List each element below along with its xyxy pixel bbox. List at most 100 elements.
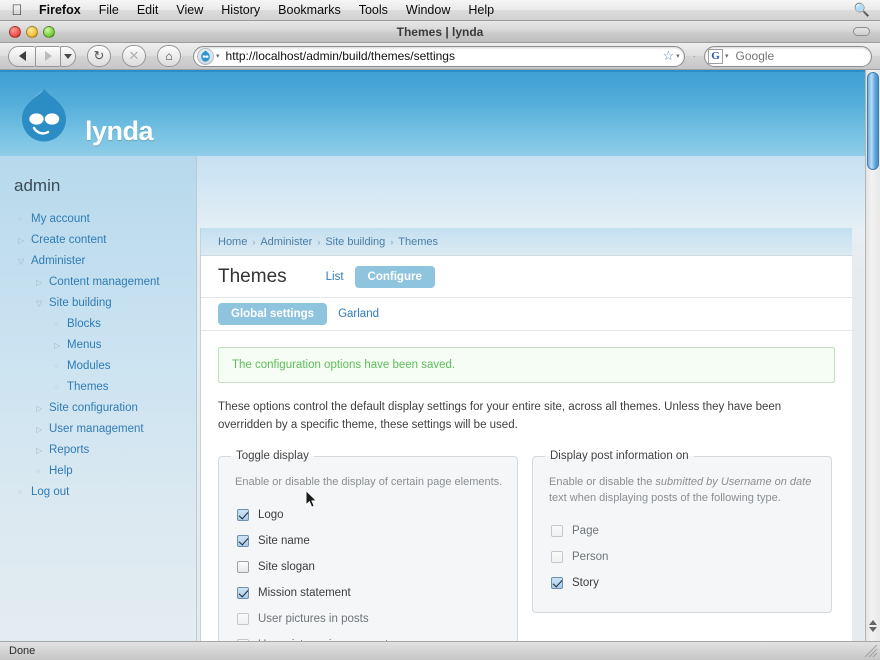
toggle-row-site-name[interactable]: Site name: [233, 528, 503, 554]
scroll-up-icon[interactable]: [869, 620, 877, 625]
menu-item-view[interactable]: View: [167, 0, 212, 21]
sidebar-item-label: Menus: [67, 339, 102, 351]
checkbox-page[interactable]: [551, 525, 563, 537]
menu-item-window[interactable]: Window: [397, 0, 459, 21]
sidebar-item-menus[interactable]: Menus: [14, 335, 196, 356]
chevron-right-icon[interactable]: [18, 233, 31, 248]
google-icon[interactable]: G: [708, 48, 723, 64]
sidebar-item-site-configuration[interactable]: Site configuration: [14, 398, 196, 419]
sidebar-item-create-content[interactable]: Create content: [14, 230, 196, 251]
home-button[interactable]: ⌂: [157, 45, 181, 67]
breadcrumb-item-themes[interactable]: Themes: [398, 236, 438, 248]
close-button[interactable]: [9, 25, 21, 38]
zoom-button[interactable]: [43, 25, 55, 38]
toggle-row-logo[interactable]: Logo: [233, 502, 503, 528]
address-bar[interactable]: ▾ http://localhost/admin/build/themes/se…: [193, 45, 685, 67]
url-text[interactable]: http://localhost/admin/build/themes/sett…: [220, 49, 663, 63]
history-dropdown-button[interactable]: [60, 45, 76, 67]
bullet-icon: [18, 212, 31, 227]
chevron-down-icon[interactable]: [18, 254, 31, 269]
sidebar-item-log-out[interactable]: Log out: [14, 482, 196, 503]
sidebar-item-administer[interactable]: Administer: [14, 251, 196, 272]
toggle-row-user-pictures-in-posts[interactable]: User pictures in posts: [233, 606, 503, 632]
toggle-display-legend: Toggle display: [236, 450, 309, 462]
menu-item-bookmarks[interactable]: Bookmarks: [269, 0, 350, 21]
bullet-icon: [36, 464, 49, 479]
content-panel: Home › Administer › Site building › Them…: [200, 228, 852, 641]
chevron-right-icon[interactable]: [54, 338, 67, 353]
menu-item-tools[interactable]: Tools: [350, 0, 397, 21]
sidebar-item-label: Reports: [49, 444, 90, 456]
menu-item-help[interactable]: Help: [459, 0, 503, 21]
chevron-right-icon[interactable]: [36, 401, 49, 416]
page-viewport: lynda admin My account Create content Admi…: [0, 70, 880, 641]
bookmark-dropdown-icon[interactable]: ▾: [676, 52, 680, 60]
sidebar-item-help[interactable]: Help: [14, 461, 196, 482]
chevron-down-icon[interactable]: [36, 296, 49, 311]
breadcrumb-item-home[interactable]: Home: [218, 236, 247, 248]
browser-toolbar: ↻ ✕ ⌂ ▾ http://localhost/admin/build/the…: [0, 43, 880, 70]
toolbar-separator: ·: [692, 50, 696, 62]
apple-icon[interactable]: : [8, 1, 26, 19]
checkbox-site-slogan[interactable]: [237, 561, 249, 573]
scrollbar-arrows[interactable]: [866, 611, 880, 641]
forward-button: [35, 45, 60, 67]
checkbox-logo[interactable]: [237, 509, 249, 521]
scrollbar-thumb[interactable]: [867, 72, 879, 170]
subtab-global-settings[interactable]: Global settings: [218, 303, 328, 325]
checkbox-user-pictures-in-posts[interactable]: [237, 613, 249, 625]
tab-list[interactable]: List: [315, 267, 355, 287]
minimize-button[interactable]: [26, 25, 38, 38]
toolbar-toggle-button[interactable]: [853, 27, 870, 36]
status-message: The configuration options have been save…: [218, 347, 835, 383]
form-body: The configuration options have been save…: [201, 331, 852, 641]
sidebar-item-user-management[interactable]: User management: [14, 419, 196, 440]
reload-button[interactable]: ↻: [87, 45, 111, 67]
sidebar-item-themes[interactable]: Themes: [14, 377, 196, 398]
search-input[interactable]: [728, 49, 880, 63]
menu-item-firefox[interactable]: Firefox: [30, 0, 90, 21]
window-controls: [0, 25, 55, 38]
drupal-logo-icon[interactable]: [18, 88, 70, 143]
spotlight-search-icon[interactable]: 🔍: [854, 2, 870, 18]
sidebar-item-my-account[interactable]: My account: [14, 209, 196, 230]
checkbox-label: Site slogan: [258, 561, 315, 573]
breadcrumb-item-administer[interactable]: Administer: [260, 236, 312, 248]
sidebar-item-modules[interactable]: Modules: [14, 356, 196, 377]
search-bar[interactable]: G ▾ ⚲: [704, 45, 880, 67]
sidebar-item-blocks[interactable]: Blocks: [14, 314, 196, 335]
toggle-row-user-pictures-in-comments[interactable]: User pictures in comments: [233, 632, 503, 641]
bookmark-star-icon[interactable]: ☆: [662, 48, 674, 64]
sidebar-title: admin: [14, 176, 61, 195]
checkbox-story[interactable]: [551, 577, 563, 589]
sidebar-item-site-building[interactable]: Site building: [14, 293, 196, 314]
sidebar-item-label: Log out: [31, 486, 70, 498]
menu-item-history[interactable]: History: [212, 0, 269, 21]
postinfo-row-page[interactable]: Page: [547, 518, 817, 544]
checkbox-site-name[interactable]: [237, 535, 249, 547]
back-button[interactable]: [8, 45, 35, 67]
chevron-right-icon[interactable]: [36, 275, 49, 290]
postinfo-row-story[interactable]: Story: [547, 570, 817, 596]
checkbox-person[interactable]: [551, 551, 563, 563]
resize-grip-icon[interactable]: [864, 644, 878, 658]
menu-item-edit[interactable]: Edit: [128, 0, 168, 21]
sidebar-item-label: My account: [31, 213, 90, 225]
toggle-row-site-slogan[interactable]: Site slogan: [233, 554, 503, 580]
menu-item-file[interactable]: File: [90, 0, 128, 21]
sidebar-item-reports[interactable]: Reports: [14, 440, 196, 461]
vertical-scrollbar[interactable]: [865, 70, 880, 641]
post-info-desc-pre: Enable or disable the: [549, 476, 656, 488]
sidebar-item-content-management[interactable]: Content management: [14, 272, 196, 293]
subtab-garland[interactable]: Garland: [327, 304, 390, 324]
site-header: lynda: [0, 72, 865, 156]
navigation-button-group: [8, 45, 76, 67]
toggle-row-mission-statement[interactable]: Mission statement: [233, 580, 503, 606]
tab-configure[interactable]: Configure: [354, 265, 435, 288]
chevron-right-icon[interactable]: [36, 422, 49, 437]
checkbox-mission-statement[interactable]: [237, 587, 249, 599]
breadcrumb-item-site-building[interactable]: Site building: [325, 236, 385, 248]
chevron-right-icon[interactable]: [36, 443, 49, 458]
postinfo-row-person[interactable]: Person: [547, 544, 817, 570]
scroll-down-icon[interactable]: [869, 627, 877, 632]
